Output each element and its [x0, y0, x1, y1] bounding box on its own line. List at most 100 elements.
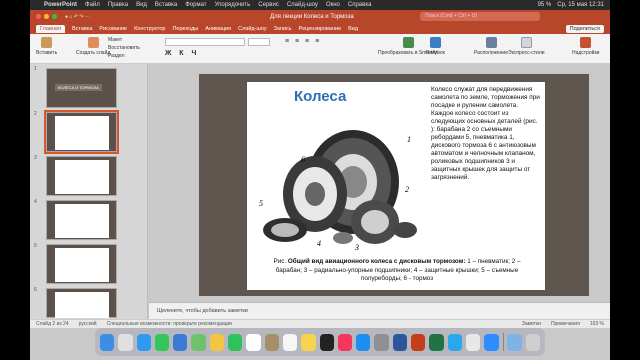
tv-icon[interactable]: [319, 333, 334, 351]
calendar-icon[interactable]: [246, 333, 261, 351]
slide-thumb-2[interactable]: [44, 110, 119, 154]
finder-icon[interactable]: [100, 333, 115, 351]
comments-toggle[interactable]: Примечания: [551, 321, 580, 327]
font-family-select[interactable]: [165, 38, 245, 46]
menu-arrange[interactable]: Упорядочить: [215, 2, 251, 8]
clock[interactable]: Ср, 15 мая 12:31: [557, 2, 604, 8]
zoom-window-button[interactable]: [52, 14, 57, 19]
slide-thumb-1[interactable]: КОЛЕСА И ТОРМОЗА: [46, 68, 117, 108]
tab-animations[interactable]: Анимация: [205, 26, 231, 32]
label-5: 5: [259, 199, 263, 208]
quick-styles-button[interactable]: Экспресс-стили: [508, 37, 545, 56]
menu-format[interactable]: Формат: [185, 2, 206, 8]
text-format-buttons[interactable]: Ж К Ч: [165, 50, 199, 57]
accessibility-status[interactable]: Специальные возможности: проверьте реком…: [107, 321, 232, 327]
tab-view[interactable]: Вид: [348, 26, 358, 32]
wheel-illustration[interactable]: 1 2 3 4 5 6: [255, 122, 423, 254]
slide-title[interactable]: Колеса: [294, 88, 346, 105]
status-bar: Слайд 2 из 24 русский Специальные возмож…: [30, 319, 610, 328]
slide-thumb-5[interactable]: [46, 244, 117, 284]
mail-icon[interactable]: [173, 333, 188, 351]
maps-icon[interactable]: [191, 333, 206, 351]
tab-record[interactable]: Запись: [274, 26, 292, 32]
app-store-icon[interactable]: [356, 333, 371, 351]
telegram-icon[interactable]: [447, 333, 462, 351]
music-icon[interactable]: [337, 333, 353, 351]
tab-transitions[interactable]: Переходы: [172, 26, 198, 32]
tab-design[interactable]: Конструктор: [134, 26, 165, 32]
current-slide[interactable]: Колеса 1 2 3 4 5 6 Колесо служат для пер…: [199, 74, 589, 296]
launchpad-icon[interactable]: [118, 333, 133, 351]
minimize-window-button[interactable]: [44, 14, 49, 19]
slide-number: 1: [34, 66, 37, 72]
menu-view[interactable]: Вид: [136, 2, 147, 8]
notes-pane[interactable]: Щелкните, чтобы добавить заметки: [149, 302, 610, 319]
label-2: 2: [405, 185, 409, 194]
slide-thumbnails-panel: 1 КОЛЕСА И ТОРМОЗА 2 3 4 5 6: [30, 64, 148, 319]
menu-window[interactable]: Окно: [326, 2, 340, 8]
window-controls: [36, 14, 57, 19]
dock-divider: [502, 333, 504, 351]
menu-insert[interactable]: Вставка: [155, 2, 177, 8]
label-3: 3: [354, 243, 359, 252]
tab-draw[interactable]: Рисование: [99, 26, 127, 32]
slide-options: Макет Восстановить Раздел: [108, 37, 140, 59]
caption-bold: Общий вид авиационного колеса с дисковым…: [287, 258, 466, 265]
trash-icon[interactable]: [525, 333, 540, 351]
reminders-icon[interactable]: [282, 333, 298, 351]
facetime-icon[interactable]: [228, 333, 243, 351]
close-window-button[interactable]: [36, 14, 41, 19]
safari-icon[interactable]: [136, 333, 151, 351]
excel-icon[interactable]: [429, 333, 444, 351]
smartart-icon: [402, 37, 414, 48]
language-indicator[interactable]: русский: [79, 321, 97, 327]
menu-help[interactable]: Справка: [348, 2, 372, 8]
search-input[interactable]: Поиск (Cmd + Ctrl + U): [420, 12, 540, 21]
figure-caption[interactable]: Рис. Общий вид авиационного колеса с дис…: [265, 258, 529, 284]
slide-number: 2: [34, 111, 37, 117]
addins-icon: [580, 37, 592, 48]
addins-button[interactable]: Надстройки: [572, 37, 599, 56]
settings-icon[interactable]: [374, 333, 389, 351]
messages-icon[interactable]: [154, 333, 170, 351]
slide-thumb-3[interactable]: [46, 156, 117, 196]
ribbon-toolbar: Вставить Создать слайд Макет Восстановит…: [30, 34, 610, 64]
tab-slideshow[interactable]: Слайд-шоу: [238, 26, 267, 32]
paste-button[interactable]: Вставить: [36, 37, 57, 56]
reset-button[interactable]: Восстановить: [108, 45, 140, 51]
paragraph-buttons[interactable]: ≡ ≡ ≡ ≡: [285, 38, 321, 45]
downloads-folder-icon[interactable]: [507, 333, 522, 351]
layout-button[interactable]: Макет: [108, 37, 140, 43]
notes-placeholder: Щелкните, чтобы добавить заметки: [157, 308, 248, 314]
menu-tools[interactable]: Сервис: [258, 2, 279, 8]
powerpoint-icon[interactable]: [411, 333, 426, 351]
autosave-toggle[interactable]: ● ⌂ ↶ ↷ ⋯: [65, 14, 90, 20]
slide-body-text[interactable]: Колесо служат для передвижения самолета …: [431, 86, 541, 182]
slide-thumb-6[interactable]: [46, 288, 117, 318]
battery-status[interactable]: 95 %: [538, 2, 552, 8]
arrange-button[interactable]: Расположение: [474, 37, 508, 56]
zoom-app-icon[interactable]: [484, 333, 499, 351]
tab-review[interactable]: Рецензирование: [299, 26, 341, 32]
label-6: 6: [301, 155, 305, 164]
notes-toggle[interactable]: Заметки: [522, 321, 541, 327]
contacts-icon[interactable]: [264, 333, 279, 351]
tab-home[interactable]: Главная: [36, 24, 65, 33]
picture-button[interactable]: Рисунок: [426, 37, 445, 56]
photos-icon[interactable]: [209, 333, 225, 351]
menu-slideshow[interactable]: Слайд-шоу: [287, 2, 318, 8]
font-size-select[interactable]: [248, 38, 270, 46]
chrome-icon[interactable]: [465, 333, 481, 351]
notes-icon[interactable]: [301, 333, 316, 351]
new-slide-button[interactable]: Создать слайд: [76, 37, 110, 56]
menu-app[interactable]: PowerPoint: [44, 2, 77, 8]
word-icon[interactable]: [392, 333, 408, 351]
zoom-level[interactable]: 103 %: [590, 321, 604, 327]
tab-insert[interactable]: Вставка: [72, 26, 92, 32]
section-button[interactable]: Раздел: [108, 53, 140, 59]
slide-thumb-4[interactable]: [46, 200, 117, 240]
menu-file[interactable]: Файл: [85, 2, 100, 8]
slide-number: 3: [34, 155, 37, 161]
share-button[interactable]: Поделиться: [565, 24, 604, 33]
menu-edit[interactable]: Правка: [108, 2, 128, 8]
